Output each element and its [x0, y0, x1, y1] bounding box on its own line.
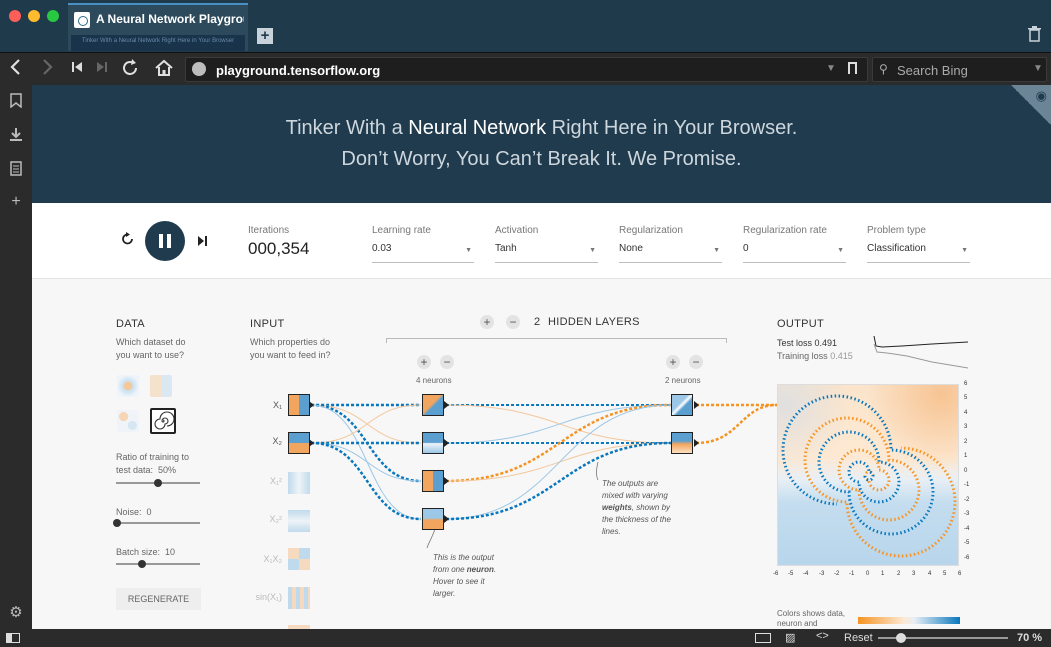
neuron-note-bold: neuron [466, 565, 494, 574]
browser-status-bar: ▨ <> Reset 70 % [0, 629, 1051, 647]
x-tick: -5 [788, 571, 794, 577]
y-tick: -2 [964, 497, 970, 503]
link-x2-h3[interactable] [310, 442, 422, 482]
test-loss: Test loss 0.491 [777, 337, 837, 350]
arrow-icon [309, 401, 314, 409]
arrow-icon [444, 515, 449, 523]
weights-note-bold: weights [602, 503, 632, 512]
y-tick: 1 [964, 453, 968, 459]
image-icon[interactable]: ▨ [785, 631, 795, 644]
x-tick: -4 [803, 571, 809, 577]
spiral-data-points [781, 394, 957, 558]
x-tick: 5 [943, 571, 947, 577]
link-h3-o2[interactable] [445, 442, 672, 482]
y-tick: -6 [964, 555, 970, 561]
loss-chart [873, 335, 969, 369]
x-tick: -1 [849, 571, 855, 577]
output-x-axis: -6 -5 -4 -3 -2 -1 0 1 2 3 4 5 6 [773, 571, 963, 581]
code-icon[interactable]: <> [816, 630, 829, 642]
link-h2-o1[interactable] [445, 404, 672, 444]
neuron-layer2-2[interactable] [671, 432, 693, 454]
y-tick: 0 [964, 468, 968, 474]
test-loss-line [873, 335, 969, 348]
training-loss-label: Training loss [777, 351, 828, 361]
neuron-layer2-1[interactable] [671, 394, 693, 416]
y-tick: -1 [964, 482, 970, 488]
training-loss-value: 0.415 [830, 351, 853, 361]
y-tick: -3 [964, 511, 970, 517]
x-tick: 1 [881, 571, 885, 577]
weights-annotation: The outputs are mixed with varying weigh… [602, 478, 672, 538]
training-loss: Training loss 0.415 [777, 350, 853, 363]
color-scale-bar [858, 617, 960, 624]
y-tick: 5 [964, 395, 968, 401]
link-x2-h4[interactable] [310, 441, 422, 521]
zoom-slider-handle[interactable] [896, 633, 906, 643]
arrow-icon [309, 439, 314, 447]
y-tick: 3 [964, 424, 968, 430]
x-tick: 3 [912, 571, 916, 577]
x-tick: 2 [897, 571, 901, 577]
y-tick: -5 [964, 540, 970, 546]
link-x1-h2[interactable] [310, 404, 422, 444]
y-tick: 6 [964, 381, 968, 387]
arrow-icon [444, 439, 449, 447]
x-tick: 0 [866, 571, 870, 577]
arrow-icon [444, 477, 449, 485]
x-tick: -2 [834, 571, 840, 577]
zoom-reset-button[interactable]: Reset [844, 632, 873, 644]
neuron-layer1-2[interactable] [422, 432, 444, 454]
arrow-icon [694, 401, 699, 409]
y-tick: 4 [964, 410, 968, 416]
neuron-annotation: This is the output from one neuron. Hove… [433, 552, 505, 600]
neuron-note-pointer [426, 528, 436, 549]
x-tick: 6 [958, 571, 962, 577]
link-x2-h1[interactable] [310, 404, 422, 444]
test-loss-label: Test loss [777, 338, 813, 348]
neuron-layer1-4[interactable] [422, 508, 444, 530]
weights-note-pre: The outputs are mixed with varying [602, 479, 668, 500]
window-icon[interactable] [755, 633, 771, 643]
link-o2-output[interactable] [695, 403, 778, 445]
panel-toggle-icon[interactable] [6, 633, 20, 643]
test-loss-value: 0.491 [814, 338, 838, 348]
colors-legend-note: Colors shows data, neuron and [777, 609, 846, 628]
output-section-title: OUTPUT [777, 318, 825, 330]
neuron-layer1-3[interactable] [422, 470, 444, 492]
x-tick: 4 [928, 571, 932, 577]
zoom-slider[interactable] [878, 633, 1008, 643]
neuron-layer1-1[interactable] [422, 394, 444, 416]
output-heatmap[interactable] [777, 384, 959, 566]
output-y-axis: 6 5 4 3 2 1 0 -1 -2 -3 -4 -5 -6 [964, 381, 976, 571]
y-tick: 2 [964, 439, 968, 445]
arrow-icon [694, 439, 699, 447]
arrow-icon [444, 401, 449, 409]
y-tick: -4 [964, 526, 970, 532]
x-tick: -6 [773, 571, 779, 577]
training-loss-line [873, 343, 969, 369]
zoom-level: 70 % [1017, 632, 1043, 644]
weights-note-pointer [596, 461, 599, 481]
x-tick: -3 [819, 571, 825, 577]
link-x1-h4[interactable] [310, 404, 422, 520]
